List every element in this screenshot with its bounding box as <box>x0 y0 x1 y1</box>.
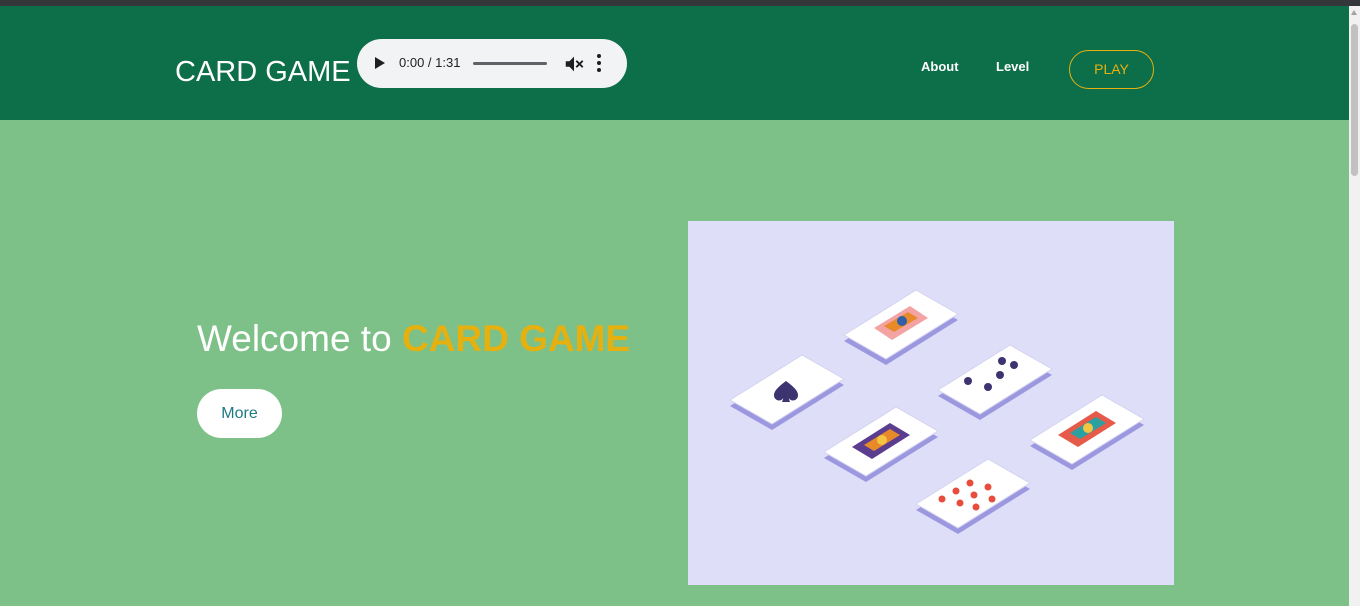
club-icon <box>964 377 972 385</box>
card-queen-hearts <box>843 289 959 366</box>
play-icon[interactable] <box>375 57 385 69</box>
nav-level-link[interactable]: Level <box>996 59 1029 74</box>
card-hearts <box>915 458 1031 535</box>
card-ace-spades <box>729 354 845 431</box>
more-vert-icon[interactable] <box>596 54 602 74</box>
hero-title-prefix: Welcome to <box>197 318 402 359</box>
nav-about-link[interactable]: About <box>921 59 959 74</box>
more-button[interactable]: More <box>197 389 282 438</box>
brand-logo[interactable]: CARD GAME <box>175 56 351 89</box>
card-queen-right <box>1029 394 1145 471</box>
card-king-clubs <box>823 406 939 483</box>
card-clubs <box>937 344 1053 421</box>
hero-title-highlight: CARD GAME <box>401 318 631 359</box>
heart-icon <box>938 495 946 503</box>
audio-player[interactable]: 0:00 / 1:31 <box>357 39 627 88</box>
scroll-up-arrow-icon[interactable] <box>1351 10 1357 15</box>
audio-progress-slider[interactable] <box>473 62 547 65</box>
mute-icon[interactable] <box>563 53 585 75</box>
cards-illustration <box>688 221 1174 585</box>
play-button[interactable]: PLAY <box>1069 50 1154 89</box>
audio-time: 0:00 / 1:31 <box>399 55 461 70</box>
hero-title: Welcome to CARD GAME <box>197 318 630 360</box>
navbar: CARD GAME 0:00 / 1:31 About Level PLAY <box>0 6 1349 120</box>
scrollbar-thumb[interactable] <box>1351 24 1358 176</box>
scrollbar[interactable] <box>1349 6 1360 606</box>
